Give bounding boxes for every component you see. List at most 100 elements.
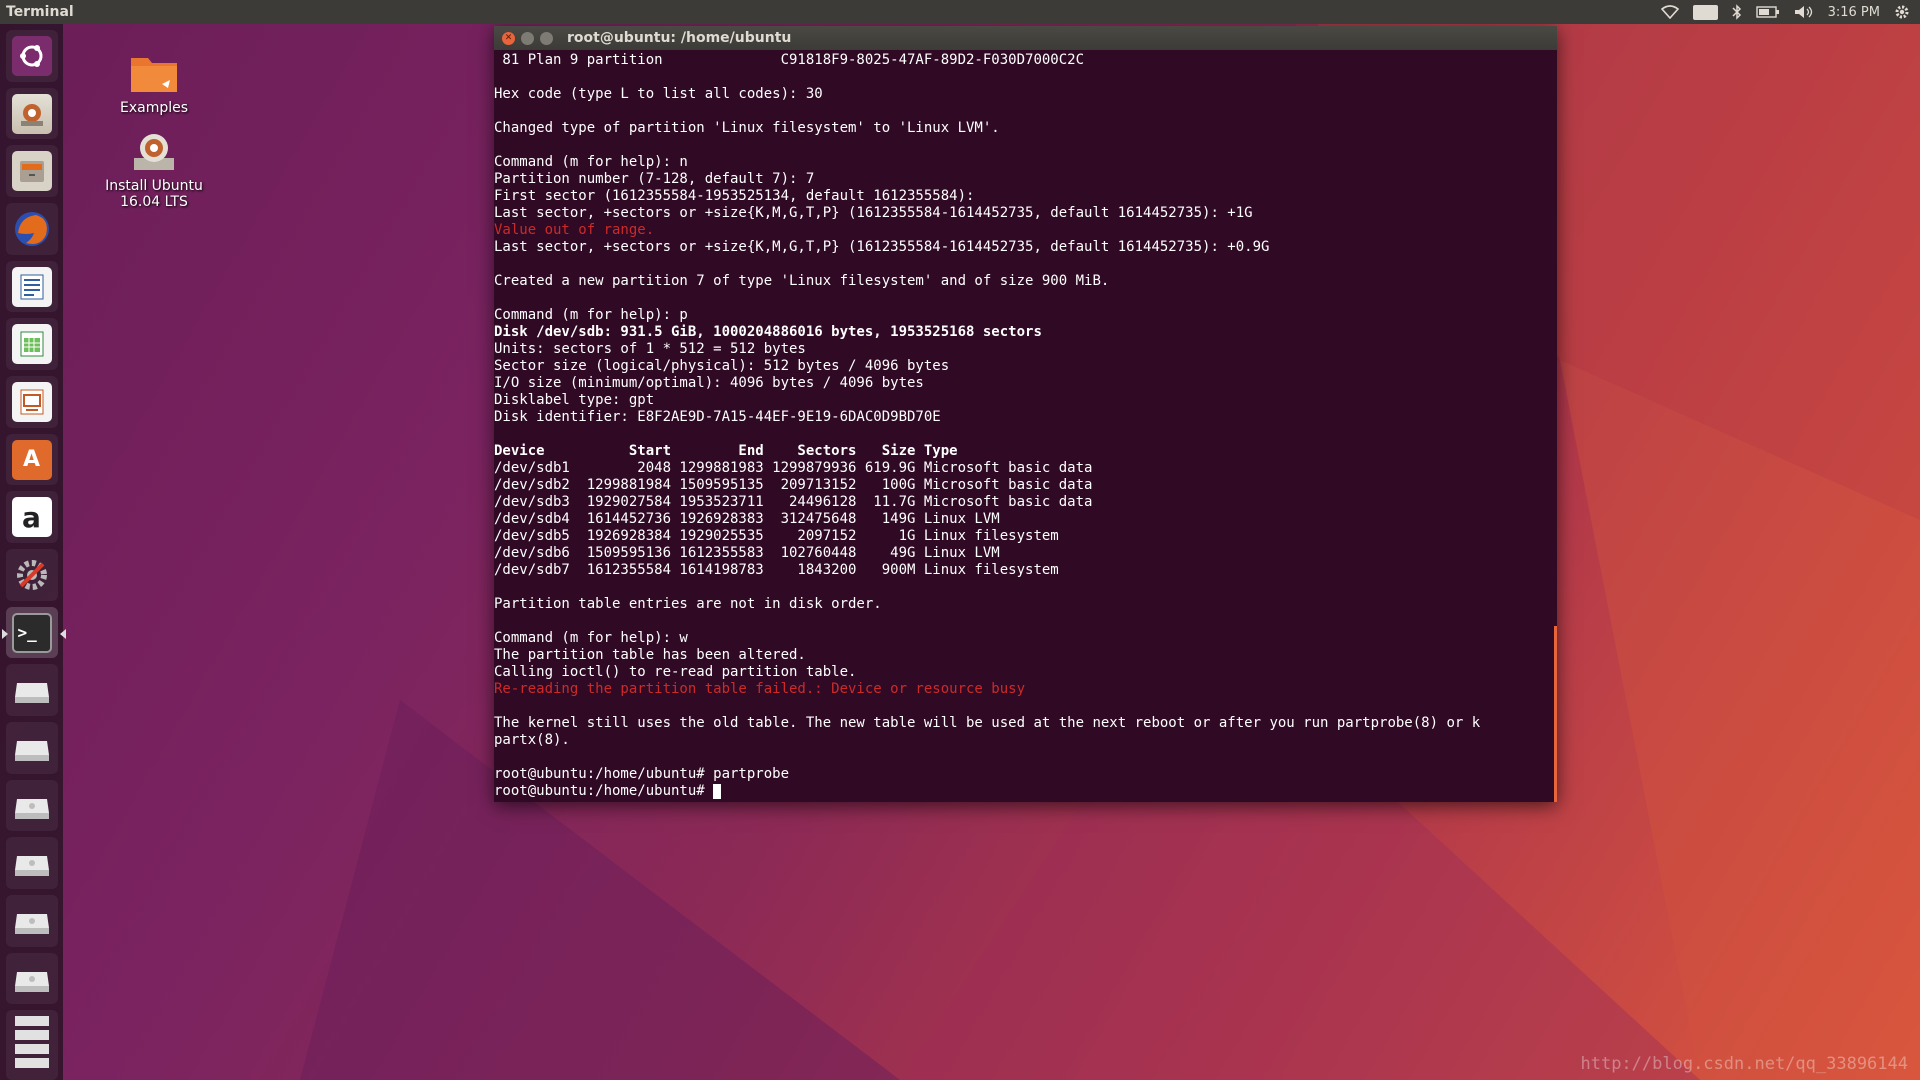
drive-icon xyxy=(12,901,52,941)
terminal-line: Partition number (7-128, default 7): 7 xyxy=(494,171,815,187)
desktop-icon-examples[interactable]: Examples xyxy=(94,50,214,116)
installer-icon xyxy=(128,128,180,174)
terminal-line: Command (m for help): n xyxy=(494,154,688,170)
terminal-line: root@ubuntu:/home/ubuntu# partprobe xyxy=(494,766,790,782)
close-button[interactable]: ✕ xyxy=(502,31,515,45)
terminal-prompt-line[interactable]: root@ubuntu:/home/ubuntu# xyxy=(494,783,1557,800)
terminal-line: Changed type of partition 'Linux filesys… xyxy=(494,120,1000,136)
launcher-files[interactable] xyxy=(5,145,58,198)
terminal-line: Hex code (type L to list all codes): 30 xyxy=(494,86,823,102)
terminal-line: /dev/sdb3 1929027584 1953523711 24496128… xyxy=(494,494,1093,510)
desktop-icon-label-line1: Install Ubuntu xyxy=(105,178,203,194)
desktop-icon-install-ubuntu[interactable]: Install Ubuntu 16.04 LTS xyxy=(94,128,214,210)
bluetooth-icon[interactable] xyxy=(1732,4,1742,20)
ubuntu-logo-icon xyxy=(11,35,52,76)
scrollbar[interactable] xyxy=(1554,626,1557,802)
launcher-firefox[interactable] xyxy=(5,203,58,255)
terminal-line: /dev/sdb6 1509595136 1612355583 10276044… xyxy=(494,545,1000,561)
battery-icon[interactable] xyxy=(1755,6,1780,18)
terminal-line: Units: sectors of 1 * 512 = 512 bytes xyxy=(494,341,806,357)
terminal-line: Partition table entries are not in disk … xyxy=(494,596,882,612)
settings-wrench-icon xyxy=(12,555,52,595)
keyboard-layout-indicator[interactable]: En xyxy=(1693,4,1718,20)
terminal-window[interactable]: ✕ root@ubuntu: /home/ubuntu 81 Plan 9 pa… xyxy=(494,26,1557,802)
terminal-line: /dev/sdb5 1926928384 1929025535 2097152 … xyxy=(494,528,1059,544)
window-title: root@ubuntu: /home/ubuntu xyxy=(567,30,792,46)
software-bag-icon: A xyxy=(11,439,52,480)
launcher-drive-4[interactable] xyxy=(5,837,58,890)
active-app-title: Terminal xyxy=(6,4,74,20)
launcher-ubuntu-dash[interactable] xyxy=(5,30,58,82)
launcher-ubuntu-software[interactable]: A xyxy=(5,433,58,486)
launcher-install-ubuntu[interactable] xyxy=(5,87,58,140)
launcher-drive-1[interactable] xyxy=(5,664,58,717)
active-indicator xyxy=(1,628,8,639)
desktop-icon-label: Examples xyxy=(119,100,189,116)
folder-icon xyxy=(128,50,180,96)
writer-doc-icon xyxy=(11,266,52,307)
watermark: http://blog.csdn.net/qq_33896144 xyxy=(1580,1054,1908,1074)
settings-gear-icon[interactable] xyxy=(1894,4,1910,20)
terminal-line: The kernel still uses the old table. The… xyxy=(494,715,1481,731)
terminal-line: /dev/sdb4 1614452736 1926928383 31247564… xyxy=(494,511,1000,527)
launcher-libreoffice-impress[interactable] xyxy=(5,376,58,428)
terminal-output[interactable]: 81 Plan 9 partition C91818F9-8025-47AF-8… xyxy=(494,50,1557,800)
terminal-line: /dev/sdb7 1612355584 1614198783 1843200 … xyxy=(494,562,1059,578)
terminal-line: Sector size (logical/physical): 512 byte… xyxy=(494,358,950,374)
launcher-drive-2[interactable] xyxy=(5,722,58,774)
terminal-line: Command (m for help): p xyxy=(494,307,688,323)
terminal-icon: >_ xyxy=(11,612,52,653)
terminal-line: 81 Plan 9 partition C91818F9-8025-47AF-8… xyxy=(494,52,1085,68)
terminal-line: /dev/sdb1 2048 1299881983 1299879936 619… xyxy=(494,460,1093,476)
terminal-line: Created a new partition 7 of type 'Linux… xyxy=(494,273,1110,289)
terminal-error-line: Re-reading the partition table failed.: … xyxy=(494,681,1026,697)
terminal-line: I/O size (minimum/optimal): 4096 bytes /… xyxy=(494,375,924,391)
drive-icon xyxy=(12,843,52,883)
terminal-line: Device Start End Sectors Size Type xyxy=(494,443,958,459)
amazon-a-icon: a xyxy=(11,497,52,538)
terminal-line: Disk /dev/sdb: 931.5 GiB, 1000204886016 … xyxy=(494,324,1042,340)
launcher-system-settings[interactable] xyxy=(5,549,58,601)
installer-icon xyxy=(11,93,52,134)
launcher-drive-stack[interactable] xyxy=(5,1010,58,1080)
launcher-drive-5[interactable] xyxy=(5,895,58,947)
terminal-line: Disklabel type: gpt xyxy=(494,392,655,408)
desktop-icon-label-line2: 16.04 LTS xyxy=(120,194,188,210)
terminal-line: The partition table has been altered. xyxy=(494,647,806,663)
maximize-button[interactable] xyxy=(540,31,553,45)
terminal-line: partx(8). xyxy=(494,732,570,748)
minimize-button[interactable] xyxy=(521,31,534,45)
system-tray: En 3:16 PM xyxy=(1661,0,1920,24)
launcher-libreoffice-writer[interactable] xyxy=(5,260,58,313)
terminal-line: First sector (1612355584-1953525134, def… xyxy=(494,188,975,204)
volume-icon[interactable] xyxy=(1794,5,1814,19)
terminal-error-line: Value out of range. xyxy=(494,222,655,238)
launcher-terminal[interactable]: >_ xyxy=(1,606,66,659)
top-panel: Terminal En 3:16 PM xyxy=(0,0,1920,24)
launcher-libreoffice-calc[interactable] xyxy=(5,318,58,371)
firefox-icon xyxy=(12,209,52,249)
drive-icon xyxy=(12,959,52,999)
clock[interactable]: 3:16 PM xyxy=(1828,5,1880,20)
wifi-icon[interactable] xyxy=(1661,5,1680,19)
focused-indicator xyxy=(59,628,66,639)
launcher-drive-6[interactable] xyxy=(5,952,58,1005)
window-titlebar[interactable]: ✕ root@ubuntu: /home/ubuntu xyxy=(494,26,1557,50)
launcher: A a >_ xyxy=(0,24,66,1080)
calc-sheet-icon xyxy=(11,324,52,365)
terminal-line: Disk identifier: E8F2AE9D-7A15-44EF-9E19… xyxy=(494,409,941,425)
terminal-line: Last sector, +sectors or +size{K,M,G,T,P… xyxy=(494,239,1270,255)
launcher-drive-3[interactable] xyxy=(5,779,58,832)
terminal-line: Last sector, +sectors or +size{K,M,G,T,P… xyxy=(494,205,1253,221)
launcher-amazon[interactable]: a xyxy=(5,491,58,544)
terminal-line: Command (m for help): w xyxy=(494,630,688,646)
